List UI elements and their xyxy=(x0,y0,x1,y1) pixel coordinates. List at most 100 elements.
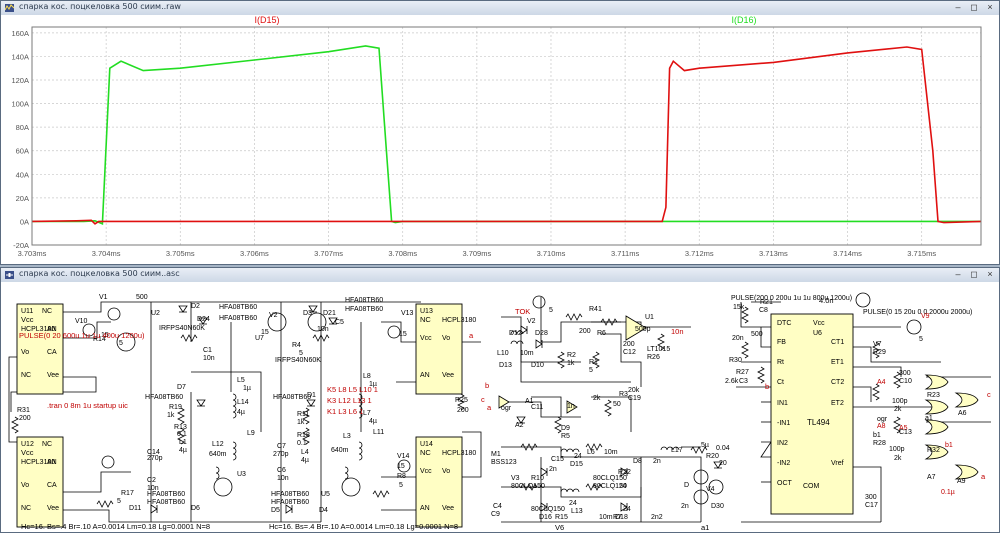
close-icon[interactable]: × xyxy=(985,270,995,279)
u6-pin-label: IN1 xyxy=(777,400,788,407)
schematic-label: C15 xyxy=(551,456,564,463)
trace-label-d15[interactable]: I(D15) xyxy=(254,15,279,25)
schematic-label: 20k xyxy=(628,387,640,394)
u6-pin-label: ET2 xyxy=(831,400,844,407)
schematic-label: V1 xyxy=(99,294,108,301)
u14-pin-label: AN xyxy=(420,505,430,512)
schematic-label: R19 xyxy=(169,404,182,411)
schematic-label: 15k xyxy=(733,304,745,311)
schematic-label: V2 xyxy=(527,318,536,325)
x-tick-label: 3.711ms xyxy=(611,249,639,258)
schematic-label: HFA08TB60 xyxy=(273,394,311,401)
schematic-label: D18 xyxy=(615,514,628,521)
schematic-label: 80CLQ150 xyxy=(511,483,545,490)
schematic-label: R21 xyxy=(760,299,773,306)
schematic-label: V3 xyxy=(511,475,520,482)
schematic-label: PULSE(0 15 20u 0 0 2000u 2000u) xyxy=(863,309,972,316)
schematic-label: 640m xyxy=(331,447,349,454)
x-tick-label: 3.704ms xyxy=(92,249,121,258)
schematic-label: C6 xyxy=(277,467,286,474)
schematic-label: 200 xyxy=(623,341,635,348)
u11-pin-label: CA xyxy=(47,349,57,356)
schematic-label: U7 xyxy=(255,335,264,342)
schematic-label: ogr xyxy=(501,405,512,412)
schematic-label: D4 xyxy=(319,507,328,514)
schematic-label: L11 xyxy=(373,429,384,436)
u6-pin-label: Vcc xyxy=(813,320,825,327)
schematic-label: L3 xyxy=(343,433,351,440)
schematic-label: D8 xyxy=(633,458,642,465)
schematic-label: D16 xyxy=(539,514,552,521)
schematic-label: D7 xyxy=(177,384,186,391)
waveform-window[interactable]: спарка кос. поцкеловка 500 сиим..raw – ◻… xyxy=(0,0,1000,265)
schematic-label: 0.04 xyxy=(716,445,730,452)
u14-pin-label: Vee xyxy=(442,505,454,512)
y-tick-label: 40A xyxy=(16,170,29,179)
schematic-label: C19 xyxy=(628,395,641,402)
maximize-icon[interactable]: ◻ xyxy=(969,3,979,12)
schematic-label: 270p xyxy=(273,451,289,458)
pulse-source-spec: 4.0n xyxy=(819,296,834,305)
waveform-plot[interactable]: I(D15) I(D16) -20A0A20A40A60A80A100A120A… xyxy=(1,15,1000,265)
schematic-label: 80CLQ150 xyxy=(593,475,627,482)
schematic-window[interactable]: спарка кос. поцкеловка 500 сиим..asc – ◻… xyxy=(0,267,1000,533)
schematic-titlebar[interactable]: спарка кос. поцкеловка 500 сиим..asc – ◻… xyxy=(1,268,999,283)
minimize-icon[interactable]: – xyxy=(953,3,963,12)
close-icon[interactable]: × xyxy=(985,3,995,12)
schematic-label: 4µ xyxy=(237,409,245,416)
schematic-label: BSS123 xyxy=(491,459,517,466)
u11-pin-label: NC xyxy=(21,372,31,379)
schematic-label: b xyxy=(765,382,769,391)
schematic-label: R17 xyxy=(121,490,134,497)
schematic-label: R32 xyxy=(927,447,940,454)
x-tick-label: 3.705ms xyxy=(166,249,195,258)
waveform-titlebar[interactable]: спарка кос. поцкеловка 500 сиим..raw – ◻… xyxy=(1,1,999,16)
y-tick-label: 0A xyxy=(20,217,29,226)
pulse-source-spec: V6 xyxy=(555,523,564,532)
maximize-icon[interactable]: ◻ xyxy=(969,270,979,279)
schematic-label: D10 xyxy=(531,362,544,369)
schematic-label: 15 xyxy=(397,463,405,470)
u13-pin-label: Vo xyxy=(442,335,450,342)
minimize-icon[interactable]: – xyxy=(953,270,963,279)
schematic-label: R11 xyxy=(297,411,309,418)
schematic-label: 2k xyxy=(593,395,601,402)
schematic-label: L10 xyxy=(497,350,509,357)
trace-label-d16[interactable]: I(D16) xyxy=(731,15,756,25)
schematic-label: c xyxy=(481,395,485,404)
y-tick-label: 80A xyxy=(16,123,29,132)
schematic-label: D9 xyxy=(561,425,570,432)
spice-directive: .tran 0 8m 1u startup uic xyxy=(47,401,128,410)
u13-pin-label: Vcc xyxy=(420,335,432,342)
x-tick-label: 3.715ms xyxy=(907,249,936,258)
y-tick-label: 60A xyxy=(16,147,29,156)
schematic-label: 10n xyxy=(671,327,684,336)
schematic-label: R29 xyxy=(873,349,886,356)
schematic-label: 80CLQ150 xyxy=(531,506,565,513)
u6-pin-label: Rt xyxy=(777,359,784,366)
schematic-label: A8 xyxy=(877,423,886,430)
schematic-label: R41 xyxy=(589,306,602,313)
x-tick-label: 3.710ms xyxy=(537,249,566,258)
schematic-label: 24 xyxy=(574,453,582,460)
schematic-label: 4µ xyxy=(301,457,309,464)
schematic-label: 2n2 xyxy=(651,514,663,521)
schematic-label: V2 xyxy=(269,312,278,319)
core-parameters: Hc=16. Bs=.4 Br=.10 A=0.0014 Lm=0.18 Lg=… xyxy=(21,522,210,531)
schematic-label: L9 xyxy=(247,430,255,437)
schematic-label: C3 xyxy=(739,378,748,385)
schematic-label: HFA08TB60 xyxy=(271,499,309,506)
schematic-label: 5 xyxy=(299,350,303,357)
schematic-label: M1 xyxy=(491,451,501,458)
u12-pin-label: NC xyxy=(42,441,52,448)
schematic-canvas[interactable]: U11 NC Vcc HCPL3180 AN Vo CA NC Vee U12 NC Vcc HCPL3… xyxy=(1,282,999,532)
schematic-label: 10m xyxy=(520,350,534,357)
u12-pin-label: Vo xyxy=(21,482,29,489)
y-tick-label: 120A xyxy=(11,76,29,85)
spice-directive: K5 L8 L5 L10 1 xyxy=(327,385,378,394)
u6-pin-label: TL494 xyxy=(807,418,830,427)
schematic-label: R23 xyxy=(927,392,940,399)
u14-pin-label: Vcc xyxy=(420,468,432,475)
schematic-label: D28 xyxy=(535,330,548,337)
schematic-label: D30 xyxy=(711,503,724,510)
